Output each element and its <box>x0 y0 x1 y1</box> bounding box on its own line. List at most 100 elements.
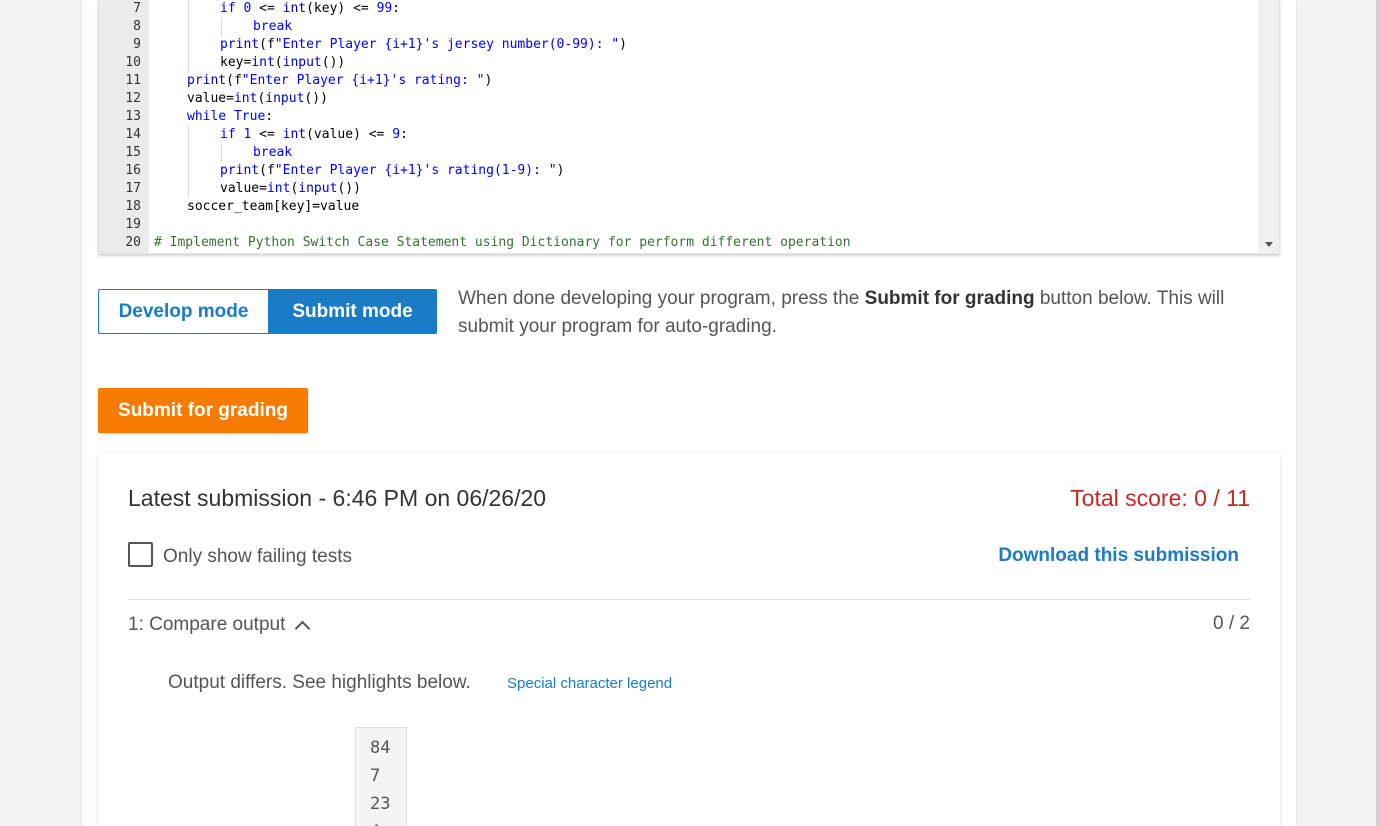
code-token: 9 <box>392 127 401 142</box>
code-token: int <box>233 91 258 106</box>
test-case-header[interactable]: 1: Compare output <box>128 614 311 636</box>
code-token: ()) <box>304 91 328 106</box>
code-token: : <box>400 127 408 142</box>
line-number: 9 <box>133 37 141 52</box>
code-line[interactable]: 17 value=int(input()) <box>99 180 1259 198</box>
code-token: 99 <box>376 1 393 16</box>
code-token: int <box>266 181 291 196</box>
code-token: "Enter Player {i+1}'s rating(1-9): " <box>274 163 557 178</box>
page-scrollbar[interactable] <box>1376 0 1380 826</box>
line-number: 17 <box>125 181 141 196</box>
code-token: input <box>265 91 305 106</box>
code-line[interactable]: 19 <box>99 216 1259 234</box>
line-number: 15 <box>125 145 141 160</box>
output-differs-message: Output differs. See highlights below. <box>168 672 471 693</box>
code-token: input <box>298 181 338 196</box>
code-token: input <box>282 55 322 70</box>
code-token: "Enter Player {i+1}'s jersey number(0-99… <box>274 37 620 52</box>
instructions-bold-text: Submit for grading <box>864 288 1035 309</box>
code-line[interactable]: 11 print(f"Enter Player {i+1}'s rating: "… <box>99 72 1259 90</box>
code-token: <= <box>251 127 283 142</box>
chevron-up-icon[interactable] <box>295 620 311 636</box>
code-line[interactable]: 16 print(f"Enter Player {i+1}'s rating(1-… <box>99 162 1259 180</box>
indent-guide <box>188 144 189 162</box>
code-text: value=int(input()) <box>220 180 361 198</box>
code-token: value= <box>220 181 267 196</box>
code-text: print(f"Enter Player {i+1}'s jersey numb… <box>220 36 627 54</box>
instructions-text-before: When done developing your program, press… <box>458 288 865 309</box>
code-token: ( <box>274 55 283 70</box>
output-line: 84 <box>370 738 391 758</box>
special-character-legend-link[interactable]: Special character legend <box>507 675 672 692</box>
indent-guide <box>188 126 189 144</box>
code-line[interactable]: 14 if 1 <= int(value) <= 9: <box>99 126 1259 144</box>
indent-guide <box>188 0 189 18</box>
submit-for-grading-button[interactable]: Submit for grading <box>98 388 308 433</box>
indent-guide <box>221 18 222 36</box>
latest-submission-heading: Latest submission - 6:46 PM on 06/26/20 <box>128 485 547 511</box>
code-token: soccer_team[key]=value <box>187 199 360 214</box>
output-line: 23 <box>370 794 391 814</box>
line-number: 7 <box>133 1 141 16</box>
test-case-score: 0 / 2 <box>1213 613 1250 634</box>
code-token: print <box>220 37 260 52</box>
output-line: 7 <box>370 766 381 786</box>
code-token: (value) <= <box>306 127 393 142</box>
code-token: (f <box>259 163 275 178</box>
failing-tests-checkbox[interactable] <box>128 542 153 567</box>
indent-guide <box>188 180 189 198</box>
line-number: 16 <box>125 163 141 178</box>
code-token: print <box>187 73 227 88</box>
failing-tests-label[interactable]: Only show failing tests <box>163 546 352 568</box>
code-line[interactable]: 13 while True: <box>99 108 1259 126</box>
code-text: # Implement Python Switch Case Statement… <box>154 234 851 252</box>
code-text: print(f"Enter Player {i+1}'s rating(1-9)… <box>220 162 564 180</box>
code-text: soccer_team[key]=value <box>187 198 359 216</box>
code-text: break <box>253 144 292 162</box>
code-token: ()) <box>321 55 346 70</box>
code-token: break <box>253 145 293 160</box>
code-line[interactable]: 18 soccer_team[key]=value <box>99 198 1259 216</box>
line-number: 12 <box>125 91 141 106</box>
mode-toggle: Develop mode Submit mode <box>98 289 437 334</box>
line-number: 11 <box>125 73 141 88</box>
results-panel: Latest submission - 6:46 PM on 06/26/20 … <box>98 453 1280 826</box>
code-line[interactable]: 9 print(f"Enter Player {i+1}'s jersey num… <box>99 36 1259 54</box>
editor-scrollbar[interactable] <box>1258 0 1279 253</box>
code-text: while True: <box>187 108 273 126</box>
code-line[interactable]: 20 # Implement Python Switch Case Stateme… <box>99 234 1259 252</box>
code-token: # Implement Python Switch Case Statement… <box>154 235 851 250</box>
indent-guide <box>188 54 189 72</box>
line-number: 10 <box>125 55 141 70</box>
code-line[interactable]: 15 break <box>99 144 1259 162</box>
download-submission-link[interactable]: Download this submission <box>998 545 1239 567</box>
code-token: break <box>253 19 293 34</box>
code-line[interactable]: 10 key=int(input()) <box>99 54 1259 72</box>
code-text: print(f"Enter Player {i+1}'s rating: ") <box>187 72 492 90</box>
submit-mode-button[interactable]: Submit mode <box>268 289 437 334</box>
line-number: 14 <box>125 127 141 142</box>
code-token: int <box>251 55 275 70</box>
code-token: "Enter Player {i+1}'s rating: " <box>241 73 485 88</box>
code-line[interactable]: 7 if 0 <= int(key) <= 99: <box>99 0 1259 18</box>
indent-guide <box>221 144 222 162</box>
code-token: int <box>282 127 307 142</box>
code-editor[interactable]: 7 if 0 <= int(key) <= 99: 8 break 9 print(f"E… <box>98 0 1280 254</box>
code-token: (key) <= <box>306 1 377 16</box>
indent-guide <box>188 162 189 180</box>
line-number: 18 <box>125 199 141 214</box>
line-number: 19 <box>125 217 141 232</box>
code-text: value=int(input()) <box>187 90 328 108</box>
code-token: value= <box>187 91 234 106</box>
indent-guide <box>188 36 189 54</box>
scroll-down-icon[interactable] <box>1265 242 1273 247</box>
develop-mode-button[interactable]: Develop mode <box>98 289 268 334</box>
submit-instructions: When done developing your program, press… <box>458 285 1258 341</box>
code-line[interactable]: 12 value=int(input()) <box>99 90 1259 108</box>
code-token: (f <box>226 73 242 88</box>
code-line[interactable]: 8 break <box>99 18 1259 36</box>
code-token: True <box>233 109 266 124</box>
line-number: 13 <box>125 109 141 124</box>
test-case-title: 1: Compare output <box>128 614 286 635</box>
code-token: (f <box>259 37 275 52</box>
